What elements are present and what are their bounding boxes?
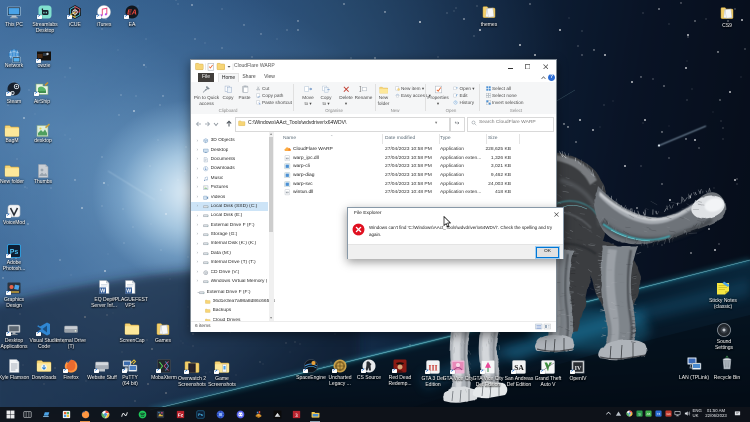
svg-text:III: III: [428, 364, 437, 373]
svg-text:EA: EA: [127, 10, 137, 17]
svg-text:Ps: Ps: [10, 249, 19, 256]
svg-text:G4: G4: [666, 412, 670, 416]
svg-text:Ps: Ps: [198, 412, 204, 417]
svg-text:A5: A5: [647, 412, 651, 416]
svg-text:73: 73: [657, 412, 661, 416]
svg-text:Fz: Fz: [177, 412, 183, 418]
svg-text:IV: IV: [575, 366, 582, 372]
svg-text:W: W: [100, 288, 106, 294]
svg-text:W: W: [126, 288, 132, 294]
svg-text:SA: SA: [514, 363, 524, 372]
